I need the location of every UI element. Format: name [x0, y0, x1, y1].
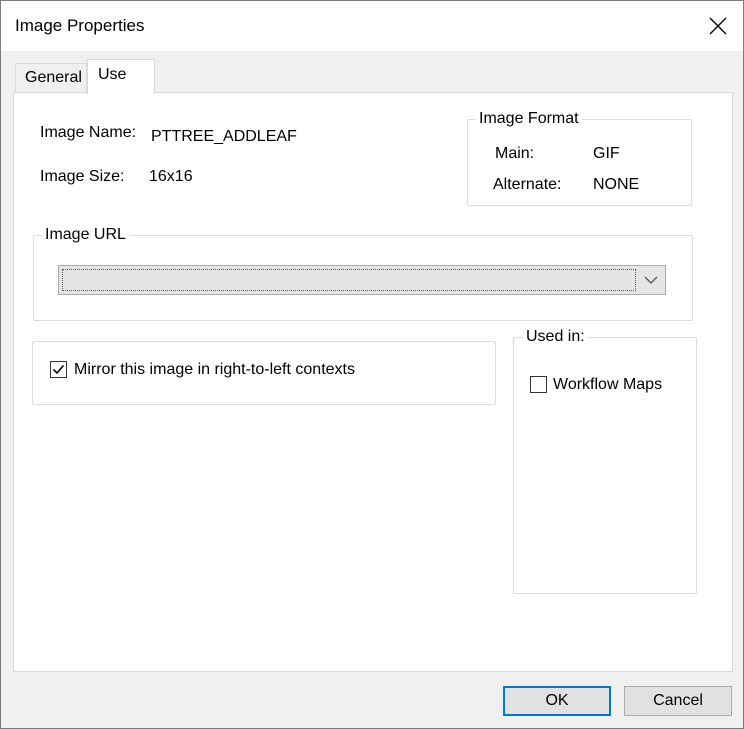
image-properties-dialog: Image Properties General Use Image Name:…: [0, 0, 744, 729]
cancel-button[interactable]: Cancel: [624, 686, 732, 716]
image-url-caption: Image URL: [42, 226, 129, 244]
format-alternate-label: Alternate:: [493, 176, 562, 193]
tab-use[interactable]: Use: [87, 59, 155, 94]
image-name-value: PTTREE_ADDLEAF: [151, 128, 297, 145]
tab-use-label: Use: [98, 66, 127, 83]
image-url-focus-rect: [62, 269, 636, 291]
workflow-maps-label[interactable]: Workflow Maps: [553, 376, 662, 394]
format-main-value: GIF: [593, 145, 620, 162]
format-main-label: Main:: [495, 145, 535, 162]
image-size-value: 16x16: [149, 168, 193, 185]
window-title: Image Properties: [15, 16, 145, 35]
image-format-caption: Image Format: [476, 110, 582, 128]
mirror-label[interactable]: Mirror this image in right-to-left conte…: [74, 361, 355, 379]
workflow-maps-checkbox[interactable]: [530, 376, 547, 393]
close-icon: [709, 17, 727, 35]
ok-button[interactable]: OK: [503, 686, 611, 716]
close-button[interactable]: [693, 1, 743, 51]
image-size-label: Image Size:: [40, 168, 125, 185]
tab-general-label: General: [25, 69, 82, 86]
mirror-checkbox[interactable]: [50, 361, 67, 378]
image-name-label: Image Name:: [40, 124, 137, 141]
tab-general[interactable]: General: [15, 63, 87, 92]
chevron-down-icon[interactable]: [637, 266, 665, 294]
used-in-caption: Used in:: [523, 328, 588, 346]
checkmark-icon: [52, 364, 65, 375]
title-bar: Image Properties: [1, 1, 743, 51]
image-url-dropdown[interactable]: [58, 265, 666, 295]
format-alternate-value: NONE: [593, 176, 640, 193]
